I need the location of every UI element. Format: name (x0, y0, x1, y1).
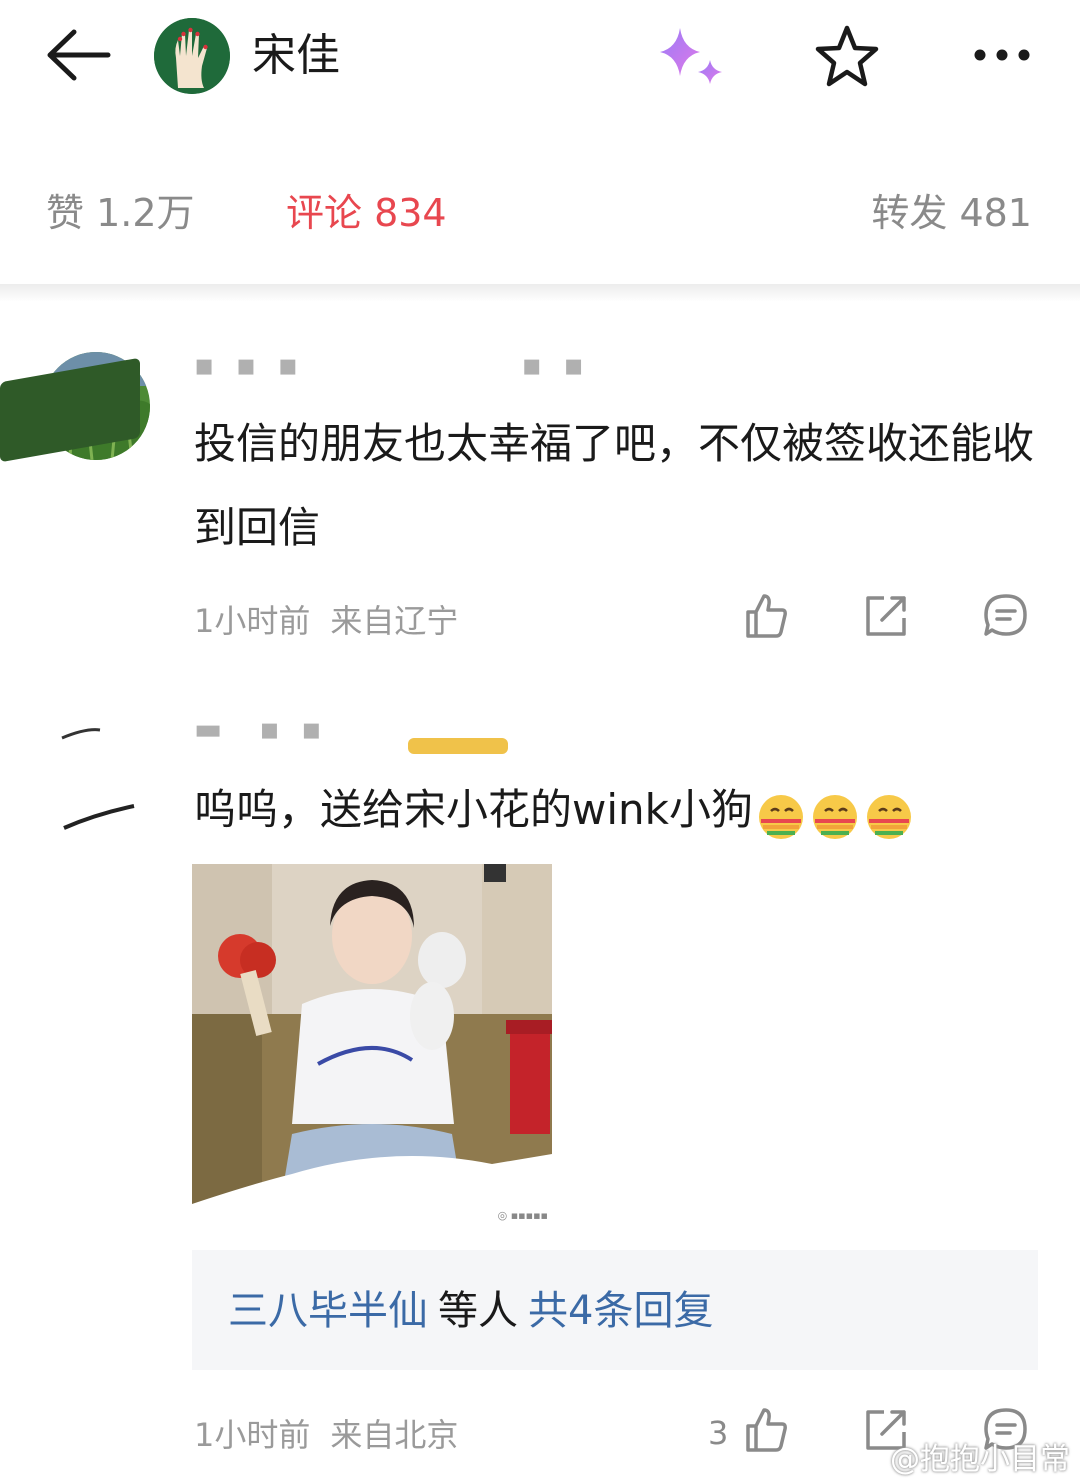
favorite-button[interactable] (812, 22, 882, 90)
share-button[interactable] (862, 592, 910, 640)
divider (0, 284, 1080, 302)
more-icon (974, 49, 1030, 61)
share-icon (866, 596, 906, 636)
rainbow-kiss-emoji (755, 787, 807, 839)
back-button[interactable] (40, 22, 116, 88)
comment-item: ▪ ▪ ▪ ▪ ▪ 投信的朋友也太幸福了吧，不仅被签收还能收到回信 1小时前 来自… (0, 330, 1080, 660)
reply-count-link[interactable]: 共4条回复 (528, 1288, 713, 1334)
photo-image (192, 864, 552, 1224)
commenter-name-obscured: ▪ ▪ ▪ ▪ ▪ (194, 348, 590, 383)
account-name[interactable]: 宋佳 (252, 26, 340, 86)
comment-text-content: 呜呜，送给宋小花的wink小狗 (194, 785, 753, 834)
hand-logo-icon (154, 18, 230, 94)
star-icon (815, 25, 879, 87)
comment-text: 呜呜，送给宋小花的wink小狗 (194, 768, 1034, 852)
top-bar: 宋佳 (0, 0, 1080, 120)
sparkle-icon (660, 28, 722, 84)
comment-text: 投信的朋友也太幸福了吧，不仅被签收还能收到回信 (194, 419, 1035, 552)
more-button[interactable] (966, 30, 1038, 80)
rainbow-kiss-emoji (863, 787, 915, 839)
avatar-image (61, 728, 135, 830)
comment-location: 来自北京 (330, 1416, 459, 1454)
engagement-tabs: 赞 1.2万 评论 834 转发 481 (0, 170, 1080, 260)
comment-meta: 1小时前 来自北京 (194, 1410, 458, 1456)
comment-photo[interactable]: ◎ ▪▪▪▪▪ (192, 864, 552, 1224)
photo-watermark: ◎ ▪▪▪▪▪ (497, 1209, 548, 1222)
like-button[interactable] (742, 592, 790, 640)
comment-time: 1小时前 (194, 1416, 311, 1454)
reply-summary-text: 三八毕半仙 等人 共4条回复 (228, 1286, 713, 1336)
ai-sparkle-button[interactable] (650, 22, 730, 92)
comment-time: 1小时前 (194, 602, 311, 640)
like-count: 3 (708, 1414, 729, 1452)
comment-bubble-icon (984, 594, 1027, 636)
reply-summary[interactable]: 三八毕半仙 等人 共4条回复 (192, 1250, 1038, 1370)
avatar[interactable] (154, 18, 230, 94)
like-button[interactable] (742, 1406, 790, 1454)
tab-comments[interactable]: 评论 834 (286, 188, 447, 238)
reply-button[interactable] (982, 592, 1030, 640)
commenter-name-obscured: ▬ ▪ ▪ (194, 712, 328, 747)
reply-others-text: 等人 (438, 1288, 518, 1334)
comment-meta: 1小时前 来自辽宁 (194, 596, 458, 642)
member-badge (408, 738, 508, 754)
rainbow-kiss-emoji (809, 787, 861, 839)
tab-reposts[interactable]: 转发 481 (871, 188, 1032, 238)
back-arrow-icon (47, 29, 111, 81)
comment-location: 来自辽宁 (330, 602, 459, 640)
reply-user-link[interactable]: 三八毕半仙 (228, 1288, 428, 1334)
thumbs-up-icon (746, 594, 787, 638)
tab-likes[interactable]: 赞 1.2万 (46, 188, 195, 238)
thumbs-up-icon (746, 1408, 787, 1452)
commenter-avatar[interactable] (56, 710, 146, 830)
image-watermark: @抱抱小目常 (890, 1442, 1070, 1477)
